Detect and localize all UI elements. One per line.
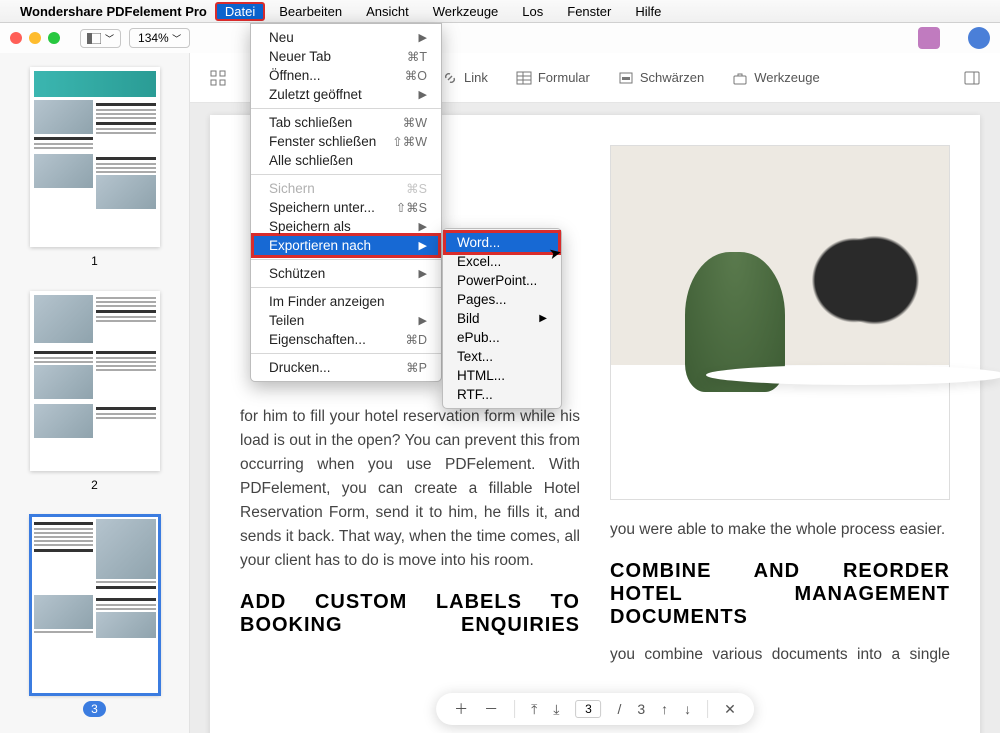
sm-item-html-[interactable]: HTML... <box>443 366 561 385</box>
menu-fenster[interactable]: Fenster <box>557 2 621 21</box>
page-thumb-1[interactable]: 1 <box>30 67 160 269</box>
page-total: 3 <box>637 701 645 717</box>
page-sep: / <box>617 701 621 717</box>
menu-hilfe[interactable]: Hilfe <box>625 2 671 21</box>
page-num-1: 1 <box>83 253 106 269</box>
next-page-button[interactable]: ↓ <box>684 701 691 717</box>
sm-item-epub-[interactable]: ePub... <box>443 328 561 347</box>
grid-button[interactable] <box>210 70 226 86</box>
zoom-value: 134% <box>138 31 169 45</box>
zoom-in-button[interactable]: ＋ <box>454 699 468 719</box>
mac-menubar: Wondershare PDFelement Pro Datei Bearbei… <box>0 0 1000 23</box>
prev-page-button[interactable]: ↑ <box>661 701 668 717</box>
werkzeuge-button[interactable]: Werkzeuge <box>732 70 820 86</box>
window-titlebar: ﹀ 134% ﹀ <box>0 23 1000 53</box>
menu-werkzeuge[interactable]: Werkzeuge <box>423 2 509 21</box>
form-icon <box>516 70 532 86</box>
sidebar-icon <box>87 33 101 44</box>
page-nav-bar: ＋ － ⤒ ⤓ / 3 ↑ ↓ ✕ <box>436 693 754 725</box>
redact-icon <box>618 70 634 86</box>
col2-heading: COMBINE AND REORDER HOTEL MANAGEMENT DOC… <box>610 560 950 629</box>
formular-label: Formular <box>538 70 590 85</box>
dd-item-speichern-unter-[interactable]: Speichern unter...⇧⌘S <box>251 198 441 217</box>
sm-item-powerpoint-[interactable]: PowerPoint... <box>443 271 561 290</box>
sm-item-bild[interactable]: Bild▶ <box>443 309 561 328</box>
sm-item-rtf-[interactable]: RTF... <box>443 385 561 404</box>
dd-item-alle-schlie-en[interactable]: Alle schließen <box>251 151 441 170</box>
link-icon <box>442 70 458 86</box>
dd-item-tab-schlie-en[interactable]: Tab schließen⌘W <box>251 113 441 132</box>
toolbox-icon <box>732 70 748 86</box>
menu-los[interactable]: Los <box>512 2 553 21</box>
minimize-icon[interactable] <box>29 32 41 44</box>
user-avatar-icon[interactable] <box>968 27 990 49</box>
first-page-button[interactable]: ⤒ <box>531 701 537 718</box>
dd-item-teilen[interactable]: Teilen▶ <box>251 311 441 330</box>
dd-item-sch-tzen[interactable]: Schützen▶ <box>251 264 441 283</box>
export-submenu: Word...Excel...PowerPoint...Pages...Bild… <box>442 228 562 409</box>
app-tile-icon[interactable] <box>918 27 940 49</box>
page-thumb-2[interactable]: 2 <box>30 291 160 493</box>
menu-bearbeiten[interactable]: Bearbeiten <box>269 2 352 21</box>
link-button[interactable]: Link <box>442 70 488 86</box>
werkzeuge-label: Werkzeuge <box>754 70 820 85</box>
dd-item-sichern: Sichern⌘S <box>251 179 441 198</box>
schwaerzen-label: Schwärzen <box>640 70 704 85</box>
close-bar-button[interactable]: ✕ <box>724 701 736 718</box>
thumbnail-sidebar: 1 2 3 <box>0 53 190 733</box>
datei-dropdown: Neu▶Neuer Tab⌘TÖffnen...⌘OZuletzt geöffn… <box>250 23 442 382</box>
col2-text2: you combine various documents into a sin… <box>610 643 950 667</box>
dd-item-drucken-[interactable]: Drucken...⌘P <box>251 358 441 377</box>
hero-image <box>610 145 950 500</box>
formular-button[interactable]: Formular <box>516 70 590 86</box>
dd-item-fenster-schlie-en[interactable]: Fenster schließen⇧⌘W <box>251 132 441 151</box>
sm-item-pages-[interactable]: Pages... <box>443 290 561 309</box>
menu-datei[interactable]: Datei <box>215 2 265 21</box>
page-num-2: 2 <box>83 477 106 493</box>
panel-toggle[interactable] <box>964 71 980 85</box>
col1-text: for him to fill your hotel reservation f… <box>240 405 580 573</box>
col2-text: you were able to make the whole process … <box>610 518 950 542</box>
dd-item-exportieren-nach[interactable]: Exportieren nach▶ <box>251 233 441 258</box>
schwaerzen-button[interactable]: Schwärzen <box>618 70 704 86</box>
layout-toggle[interactable]: ﹀ <box>80 29 121 48</box>
link-label: Link <box>464 70 488 85</box>
dd-item-zuletzt-ge-ffnet[interactable]: Zuletzt geöffnet▶ <box>251 85 441 104</box>
traffic-lights <box>10 32 60 44</box>
menu-ansicht[interactable]: Ansicht <box>356 2 419 21</box>
dd-item--ffnen-[interactable]: Öffnen...⌘O <box>251 66 441 85</box>
page-thumb-3[interactable]: 3 <box>30 515 160 717</box>
close-icon[interactable] <box>10 32 22 44</box>
page-num-3: 3 <box>83 701 106 717</box>
dd-item-eigenschaften-[interactable]: Eigenschaften...⌘D <box>251 330 441 349</box>
sm-item-text-[interactable]: Text... <box>443 347 561 366</box>
col1-heading: ADD CUSTOM LABELS TO BOOKING ENQUIRIES <box>240 591 580 637</box>
sm-item-excel-[interactable]: Excel... <box>443 252 561 271</box>
zoom-dropdown[interactable]: 134% ﹀ <box>129 28 190 48</box>
dd-item-neuer-tab[interactable]: Neuer Tab⌘T <box>251 47 441 66</box>
last-page-button[interactable]: ⤓ <box>553 701 559 718</box>
dd-item-im-finder-anzeigen[interactable]: Im Finder anzeigen <box>251 292 441 311</box>
page-input[interactable] <box>575 700 601 718</box>
zoom-out-button[interactable]: － <box>484 699 498 719</box>
zoom-icon[interactable] <box>48 32 60 44</box>
dd-item-neu[interactable]: Neu▶ <box>251 28 441 47</box>
app-name: Wondershare PDFelement Pro <box>20 4 207 19</box>
